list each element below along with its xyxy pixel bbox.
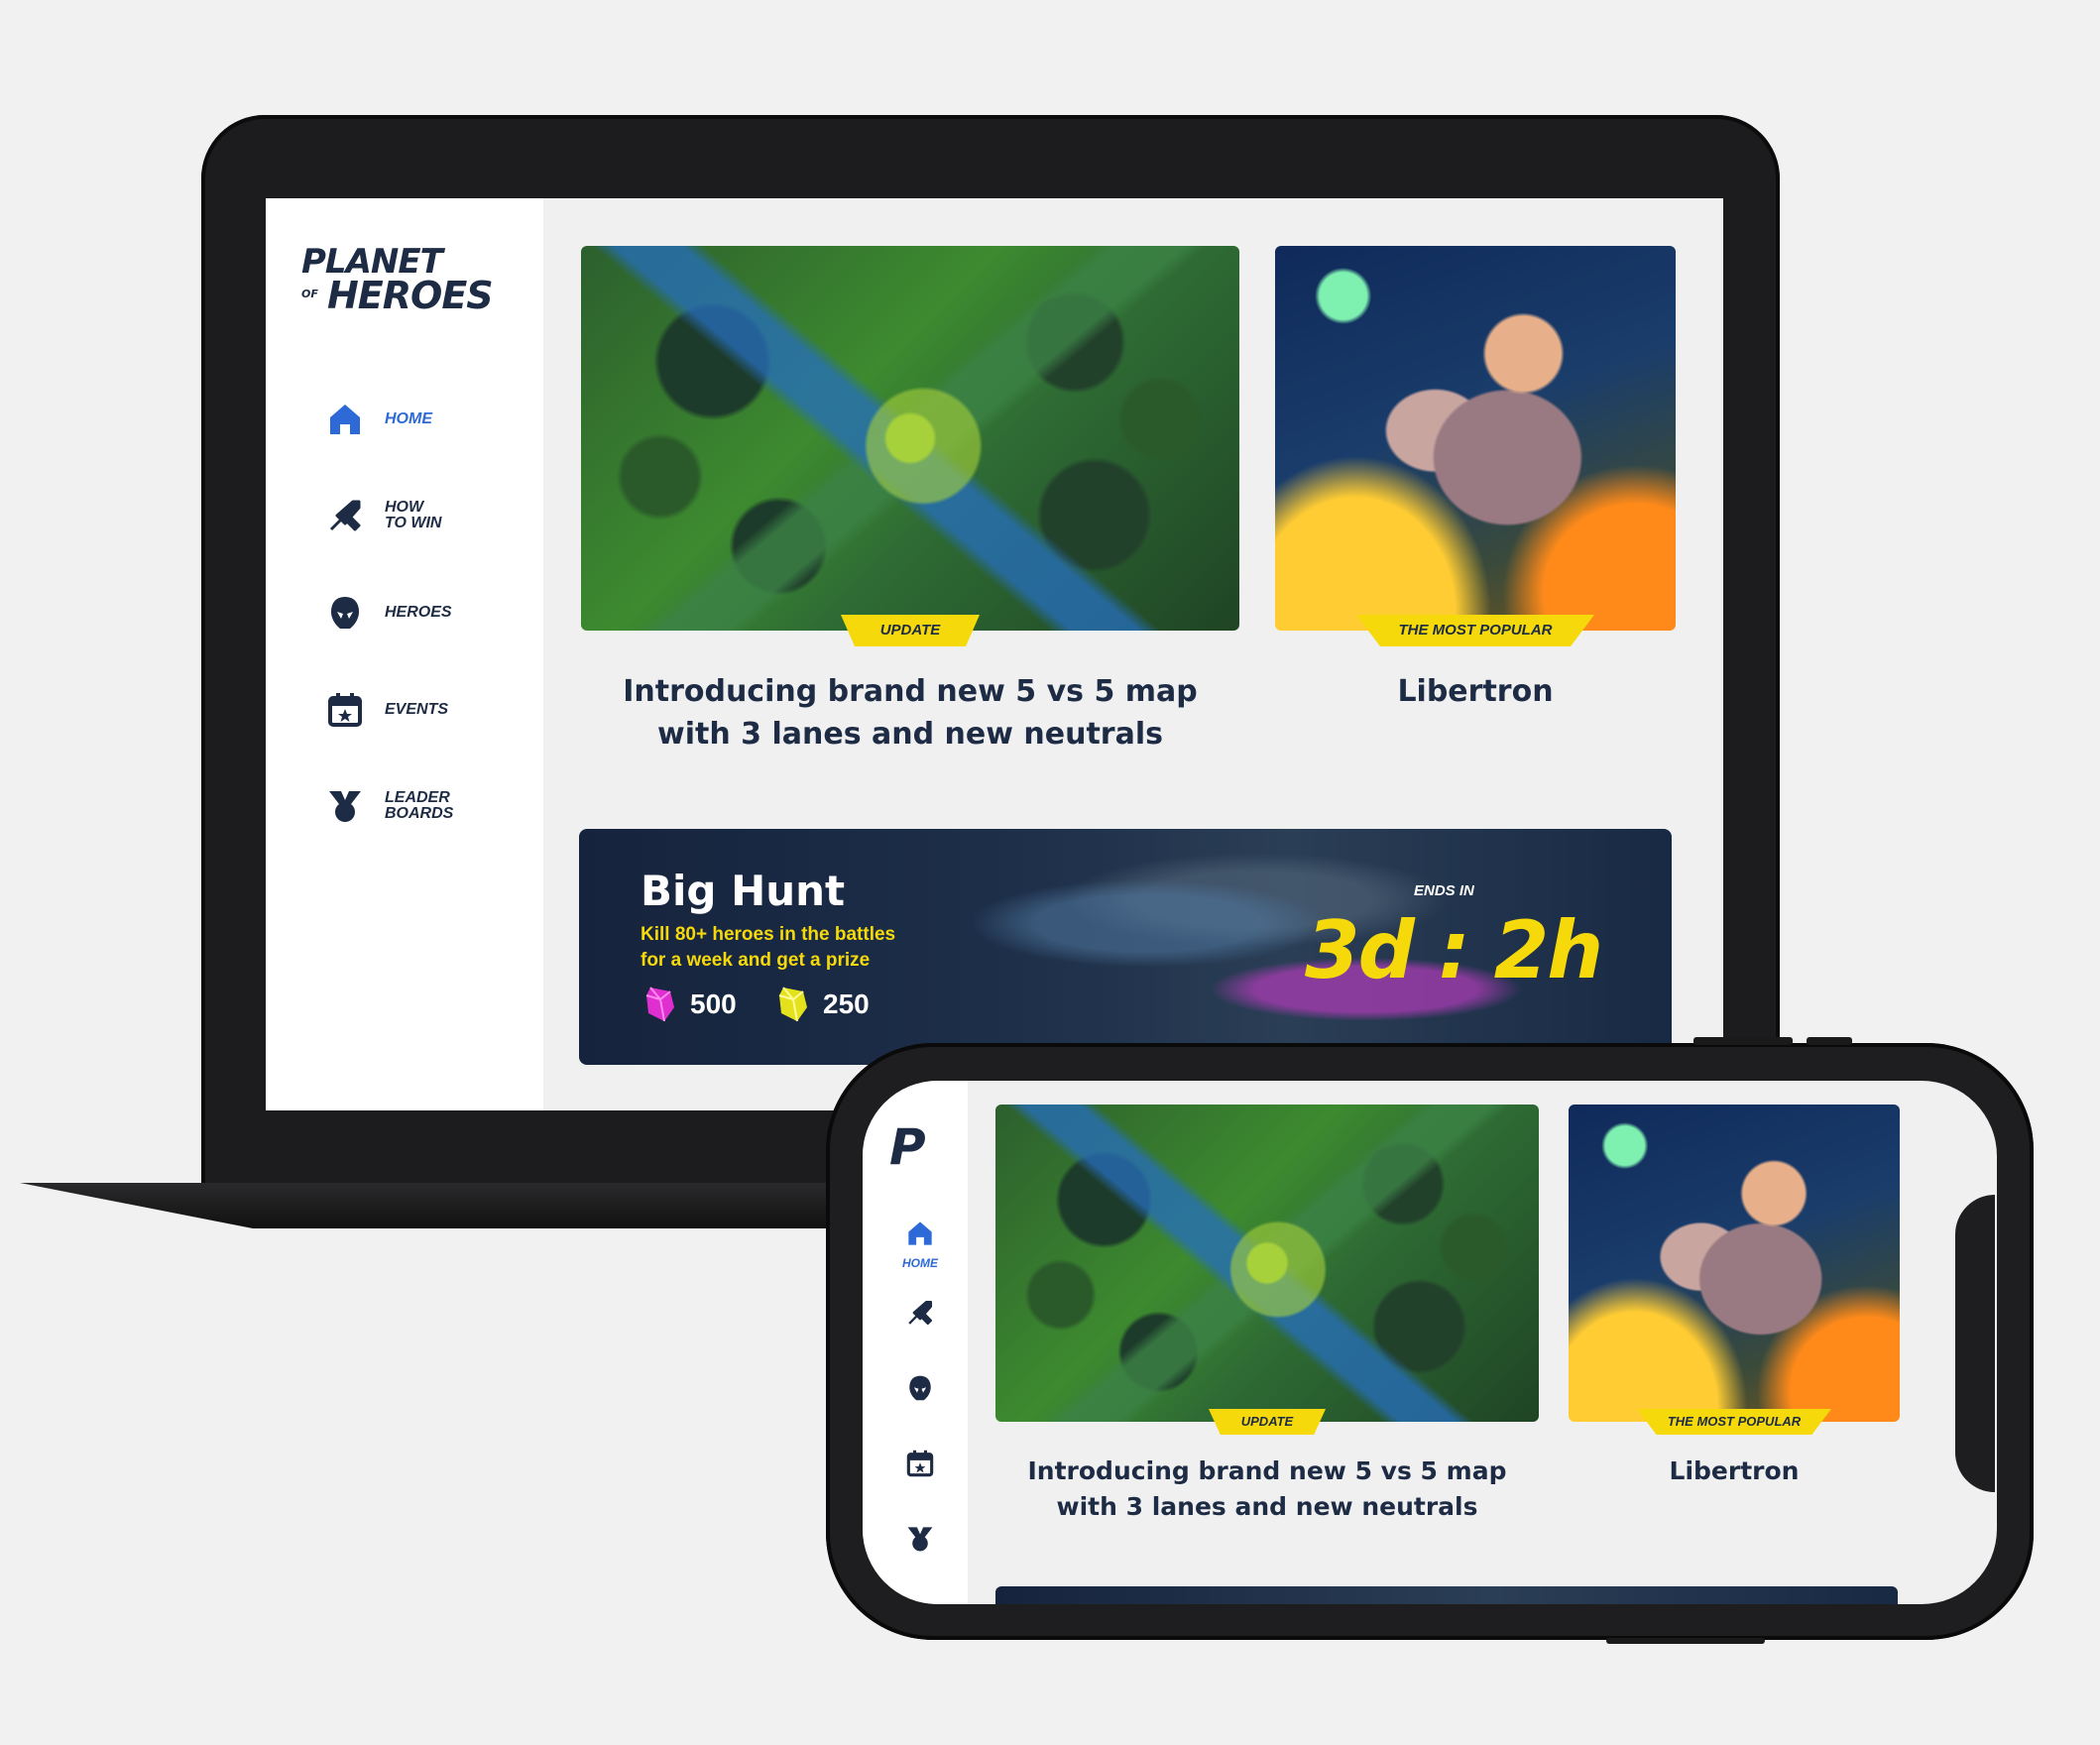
update-badge: UPDATE bbox=[841, 615, 980, 646]
logo-word-heroes: HEROES bbox=[327, 274, 494, 318]
reward-amount: 500 bbox=[690, 989, 737, 1019]
planet-of-heroes-logo[interactable]: PLANET OF HEROES bbox=[301, 245, 500, 318]
sidebar-item-how-to-win[interactable] bbox=[890, 1299, 950, 1332]
hero-card-title[interactable]: Libertron bbox=[1569, 1454, 1900, 1489]
home-icon bbox=[906, 1220, 934, 1252]
sidebar-item-how-to-win[interactable]: HOW TO WIN bbox=[325, 496, 524, 535]
sidebar-item-heroes[interactable]: HEROES bbox=[325, 593, 524, 633]
news-card-image[interactable]: UPDATE bbox=[581, 246, 1239, 646]
news-card-title[interactable]: Introducing brand new 5 vs 5 map with 3 … bbox=[581, 670, 1239, 756]
sidebar-item-label: LEADER BOARDS bbox=[385, 789, 454, 822]
most-popular-badge: THE MOST POPULAR bbox=[1637, 1409, 1831, 1435]
phone-side-button bbox=[1606, 1638, 1765, 1644]
hero-card-image[interactable]: THE MOST POPULAR bbox=[1569, 1105, 1900, 1435]
reward-yellow-gems: 250 bbox=[777, 986, 870, 1023]
calendar-star-icon bbox=[325, 690, 365, 730]
yellow-gem-icon bbox=[777, 986, 809, 1023]
sidebar-item-events[interactable]: EVENTS bbox=[325, 690, 524, 730]
phone-notch bbox=[1955, 1195, 1995, 1492]
mobile-screen: P HOME UPDATE Introducing brand new 5 vs… bbox=[863, 1081, 1997, 1604]
event-countdown: 3d : 2h bbox=[1305, 904, 1603, 996]
hero-card-title[interactable]: Libertron bbox=[1275, 670, 1676, 713]
crossed-swords-icon bbox=[906, 1299, 934, 1332]
event-description: Kill 80+ heroes in the battles for a wee… bbox=[641, 924, 896, 971]
logo-word-of: OF bbox=[301, 288, 318, 300]
sidebar-item-label: HOME bbox=[385, 410, 432, 427]
sidebar-item-events[interactable] bbox=[890, 1450, 950, 1482]
sidebar-item-home[interactable]: HOME bbox=[890, 1220, 950, 1270]
sidebar-item-label: HOME bbox=[902, 1256, 938, 1270]
mobile-logo[interactable]: P bbox=[889, 1122, 935, 1172]
sidebar-item-leaderboards[interactable] bbox=[890, 1525, 950, 1558]
pink-gem-icon bbox=[644, 986, 676, 1023]
hero-helmet-icon bbox=[325, 593, 365, 633]
crossed-swords-icon bbox=[325, 496, 365, 535]
battle-map-artwork bbox=[995, 1105, 1539, 1422]
libertron-artwork bbox=[1275, 246, 1676, 631]
home-icon bbox=[325, 400, 365, 439]
news-card-image[interactable]: UPDATE bbox=[995, 1105, 1539, 1435]
sidebar-item-home[interactable]: HOME bbox=[325, 400, 524, 439]
hero-card-image[interactable]: THE MOST POPULAR bbox=[1275, 246, 1676, 646]
event-title: Big Hunt bbox=[641, 867, 846, 915]
sidebar-item-heroes[interactable] bbox=[890, 1374, 950, 1407]
battle-map-artwork bbox=[581, 246, 1239, 631]
sidebar-item-label: EVENTS bbox=[385, 701, 449, 718]
reward-pink-gems: 500 bbox=[644, 986, 737, 1023]
libertron-artwork bbox=[1569, 1105, 1900, 1422]
mobile-sidebar: P HOME bbox=[863, 1081, 968, 1604]
calendar-star-icon bbox=[906, 1450, 934, 1482]
news-card-title[interactable]: Introducing brand new 5 vs 5 map with 3 … bbox=[995, 1454, 1539, 1525]
update-badge: UPDATE bbox=[1209, 1409, 1326, 1435]
sidebar-item-label: HEROES bbox=[385, 604, 452, 621]
phone-side-button bbox=[1807, 1037, 1852, 1045]
desktop-sidebar: PLANET OF HEROES HOME HOW TO WIN HEROES bbox=[266, 198, 543, 1110]
phone-side-button bbox=[1693, 1037, 1793, 1045]
ends-in-label: ENDS IN bbox=[1414, 882, 1474, 899]
reward-amount: 250 bbox=[823, 989, 870, 1019]
event-banner[interactable]: Big Hunt Kill 80+ heroes in the battles … bbox=[579, 829, 1672, 1065]
hero-helmet-icon bbox=[907, 1374, 933, 1407]
desktop-screen: PLANET OF HEROES HOME HOW TO WIN HEROES bbox=[266, 198, 1723, 1110]
medal-icon bbox=[325, 786, 365, 826]
event-banner[interactable] bbox=[995, 1586, 1898, 1604]
medal-icon bbox=[906, 1525, 934, 1558]
sidebar-item-label: HOW TO WIN bbox=[385, 499, 442, 531]
most-popular-badge: THE MOST POPULAR bbox=[1356, 615, 1594, 646]
sidebar-item-leaderboards[interactable]: LEADER BOARDS bbox=[325, 786, 524, 826]
